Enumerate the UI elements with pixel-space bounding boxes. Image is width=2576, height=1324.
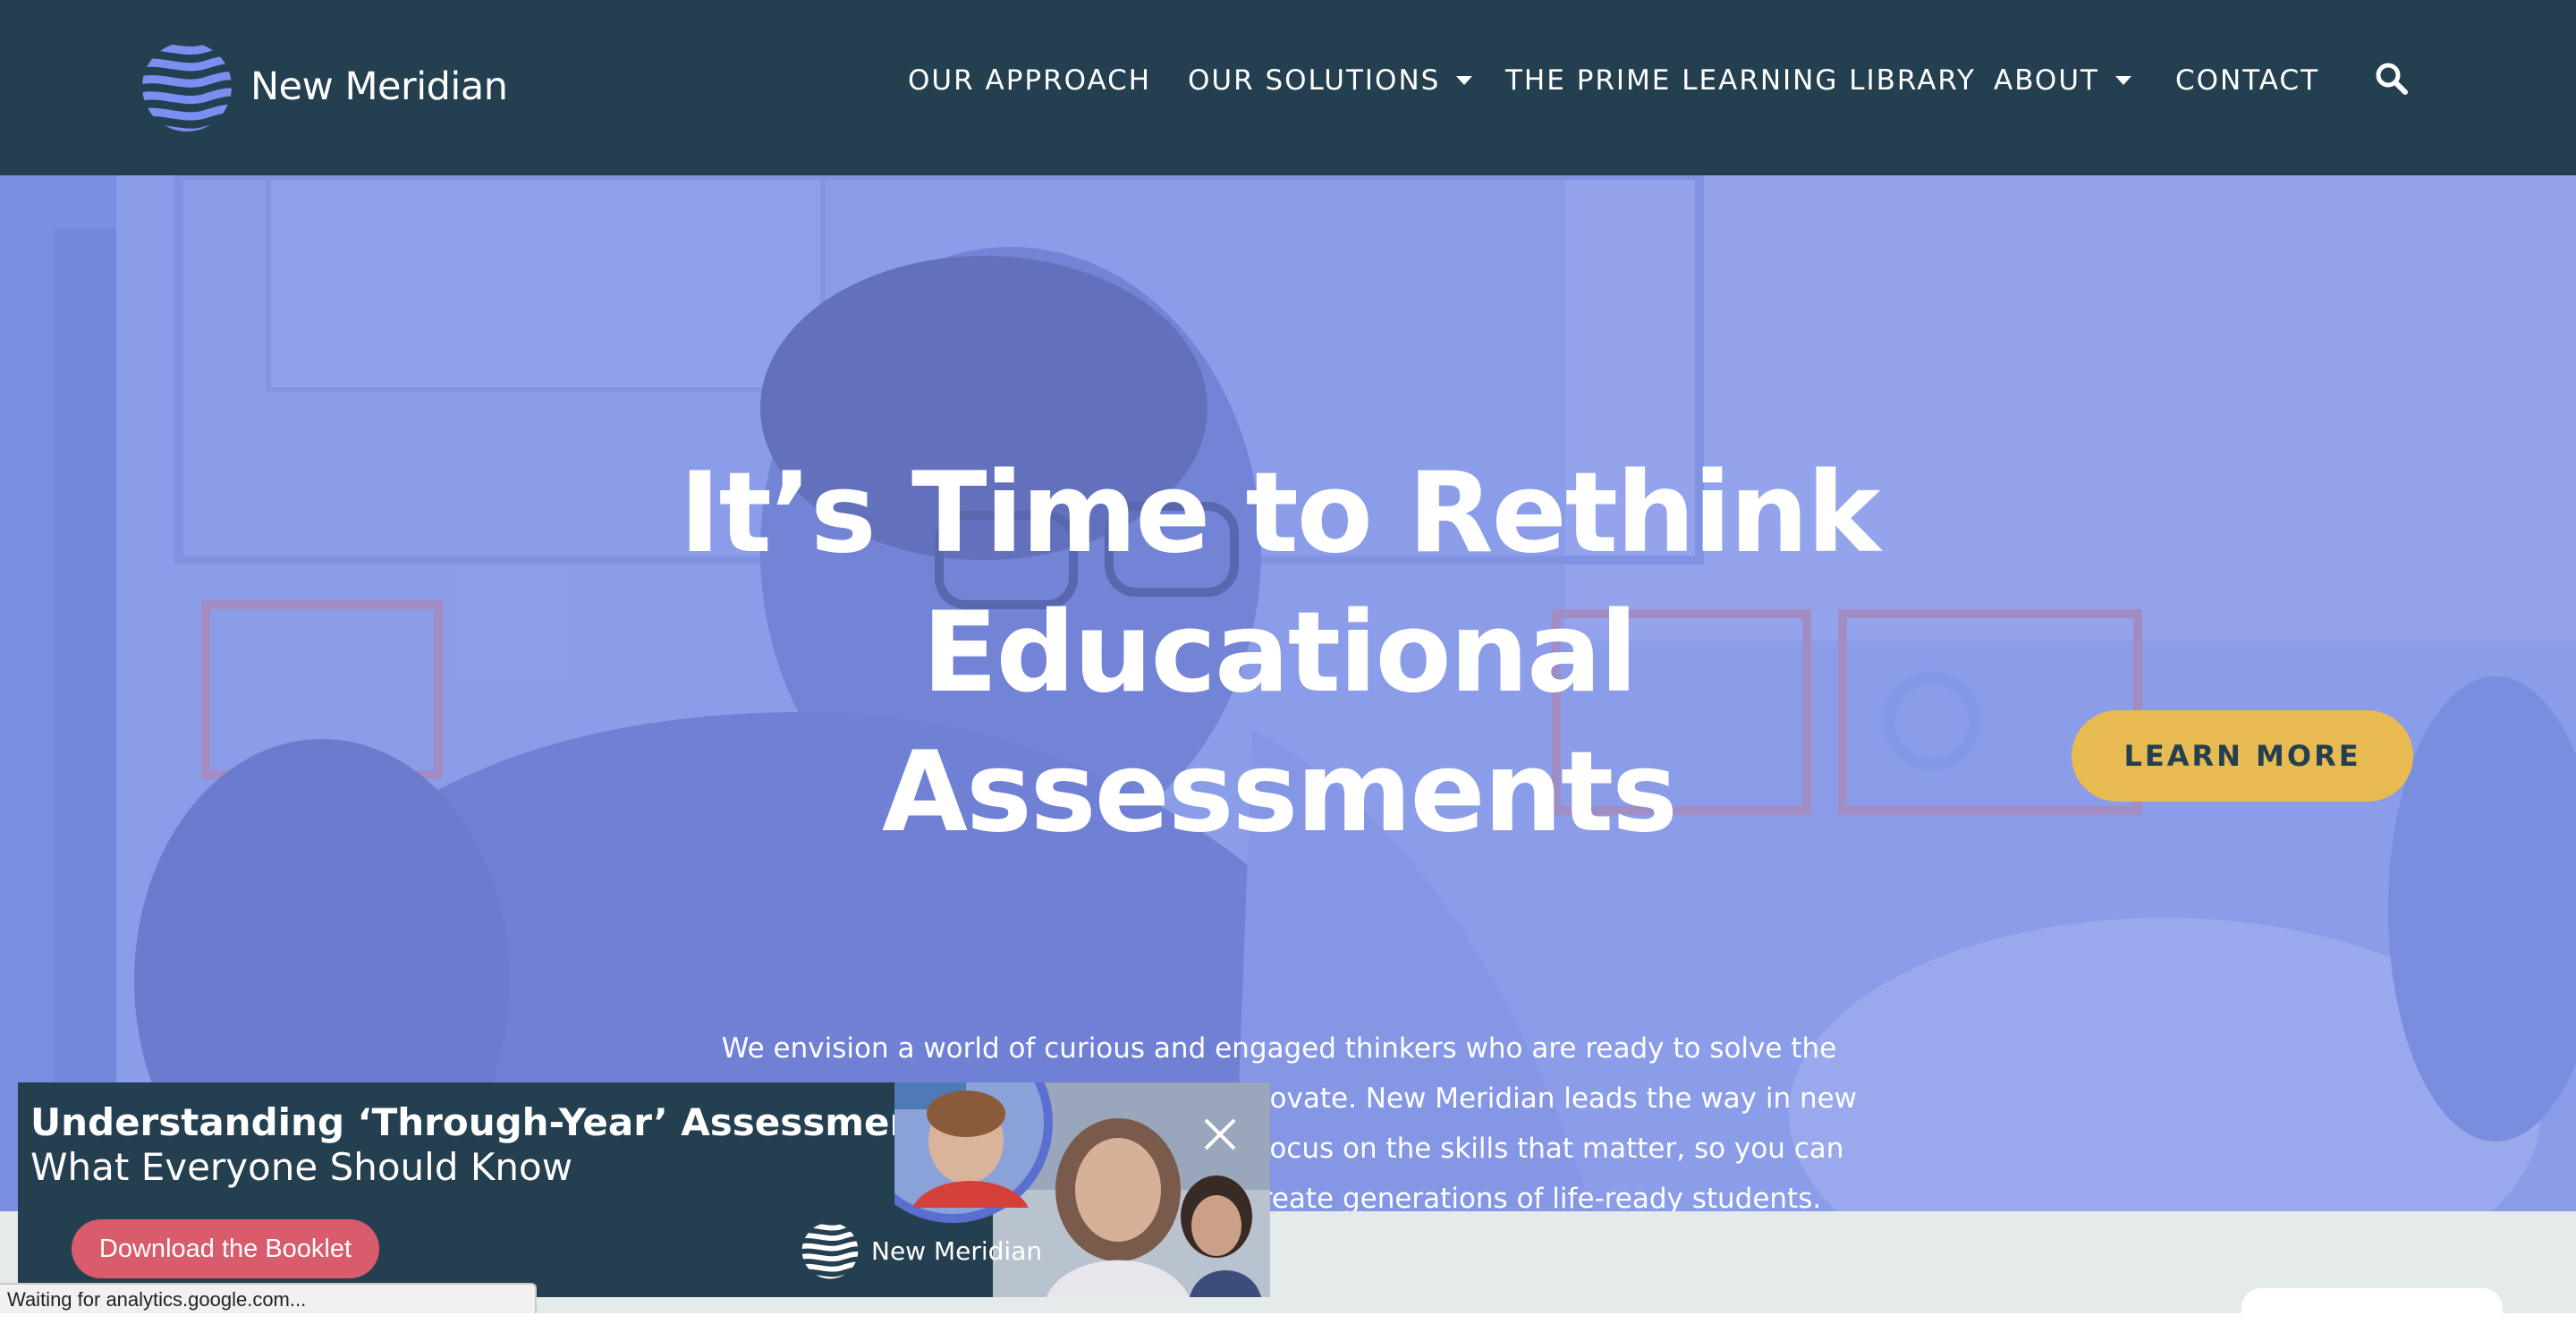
nav-our-approach[interactable]: OUR APPROACH bbox=[908, 64, 1151, 97]
nav-label: ABOUT bbox=[1994, 64, 2099, 97]
nav-about[interactable]: ABOUT bbox=[1994, 64, 2131, 97]
site-header: New Meridian OUR APPROACH OUR SOLUTIONS … bbox=[0, 0, 2576, 175]
promo-brand-logo: New Meridian bbox=[801, 1222, 1042, 1279]
nav-label: OUR APPROACH bbox=[908, 64, 1152, 97]
close-icon[interactable] bbox=[1200, 1115, 1240, 1154]
main-nav: OUR APPROACH OUR SOLUTIONS THE PRIME LEA… bbox=[0, 64, 2576, 111]
chevron-down-icon bbox=[1456, 76, 1473, 85]
nav-label: CONTACT bbox=[2175, 64, 2320, 97]
nav-label: THE PRIME LEARNING LIBRARY bbox=[1505, 64, 1976, 97]
download-booklet-button[interactable]: Download the Booklet bbox=[72, 1219, 379, 1278]
new-meridian-logo-icon bbox=[801, 1222, 859, 1279]
nav-contact[interactable]: CONTACT bbox=[2175, 64, 2319, 97]
nav-label: OUR SOLUTIONS bbox=[1188, 64, 1441, 97]
promo-subtitle: What Everyone Should Know bbox=[30, 1145, 573, 1189]
nav-prime-learning-library[interactable]: THE PRIME LEARNING LIBRARY bbox=[1505, 64, 1976, 97]
chevron-down-icon bbox=[2114, 76, 2131, 85]
promo-title: Understanding ‘Through-Year’ Assessment: bbox=[30, 1100, 950, 1144]
learn-more-button[interactable]: LEARN MORE bbox=[2072, 710, 2413, 802]
search-icon[interactable] bbox=[2372, 59, 2411, 98]
nav-our-solutions[interactable]: OUR SOLUTIONS bbox=[1188, 64, 1473, 97]
hero-title: It’s Time to Rethink Educational Assessm… bbox=[679, 449, 1880, 857]
promo-brand-name: New Meridian bbox=[871, 1235, 1043, 1266]
hero-section: It’s Time to Rethink Educational Assessm… bbox=[0, 175, 2576, 1211]
floating-card bbox=[2241, 1288, 2503, 1324]
promo-banner: Understanding ‘Through-Year’ Assessment:… bbox=[18, 1082, 1270, 1297]
browser-status-bar: Waiting for analytics.google.com... bbox=[0, 1283, 537, 1313]
